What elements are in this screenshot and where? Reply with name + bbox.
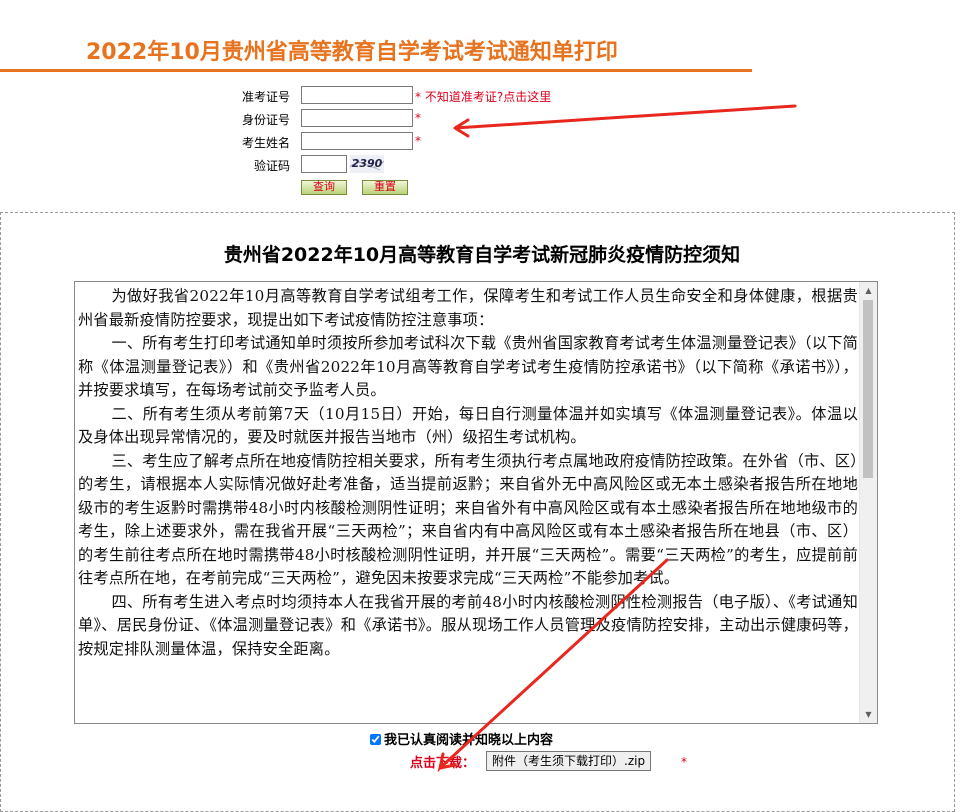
id-card-label: 身份证号 <box>241 113 290 127</box>
scroll-up-icon[interactable]: ▲ <box>860 282 877 299</box>
agree-row: 我已认真阅读并知晓以上内容 <box>370 729 553 748</box>
scroll-down-icon[interactable]: ▼ <box>860 706 877 723</box>
captcha-image[interactable]: 2390 <box>350 155 384 173</box>
exam-id-label: 准考证号 <box>241 90 290 104</box>
captcha-input[interactable] <box>301 155 347 173</box>
notice-paragraph: 为做好我省2022年10月高等教育自学考试组考工作，保障考生和考试工作人员生命安… <box>78 287 858 329</box>
reset-button[interactable]: 重置 <box>362 180 408 195</box>
notice-textarea[interactable]: 为做好我省2022年10月高等教育自学考试组考工作，保障考生和考试工作人员生命安… <box>74 281 878 724</box>
captcha-code: 2390 <box>351 157 383 170</box>
forgot-exam-id-link[interactable]: 不知道准考证?点击这里 <box>425 90 551 104</box>
page-title: 2022年10月贵州省高等教育自学考试考试通知单打印 <box>86 40 618 65</box>
id-card-required-star: * <box>415 111 421 125</box>
name-label: 考生姓名 <box>241 136 290 150</box>
notice-paragraph: 一、所有考生打印考试通知单时须按所参加考试科次下载《贵州省国家教育考试考生体温测… <box>78 334 858 399</box>
notice-paragraph: 三、考生应了解考点所在地疫情防控相关要求，所有考生须执行考点属地政府疫情防控政策… <box>78 451 858 588</box>
download-attachment-button[interactable]: 附件（考生须下载打印）.zip <box>486 751 652 771</box>
exam-id-hint: * 不知道准考证?点击这里 <box>415 90 552 104</box>
agree-label: 我已认真阅读并知晓以上内容 <box>384 733 554 748</box>
download-required-star: * <box>681 755 687 769</box>
notice-paragraph: 二、所有考生须从考前第7天（10月15日）开始，每日自行测量体温并如实填写《体温… <box>78 404 858 447</box>
notice-title: 贵州省2022年10月高等教育自学考试新冠肺炎疫情防控须知 <box>223 244 741 266</box>
notice-paragraph: 四、所有考生进入考点时均须持本人在我省开展的考前48小时内核酸检测阴性检测报告（… <box>78 592 858 658</box>
id-card-input[interactable] <box>301 109 413 127</box>
notice-scrollbar[interactable]: ▲ ▼ <box>859 282 877 723</box>
name-input[interactable] <box>301 132 413 150</box>
name-required-star: * <box>415 134 421 148</box>
scroll-thumb[interactable] <box>863 300 873 478</box>
exam-id-input[interactable] <box>301 86 413 104</box>
query-button[interactable]: 查询 <box>301 180 347 195</box>
download-label: 点击下载： <box>410 756 476 771</box>
agree-checkbox[interactable] <box>370 734 381 745</box>
arrow-to-id-field-icon <box>453 104 797 138</box>
title-divider <box>0 69 752 72</box>
notice-content: 为做好我省2022年10月高等教育自学考试组考工作，保障考生和考试工作人员生命安… <box>78 285 858 661</box>
captcha-label: 验证码 <box>253 159 290 173</box>
